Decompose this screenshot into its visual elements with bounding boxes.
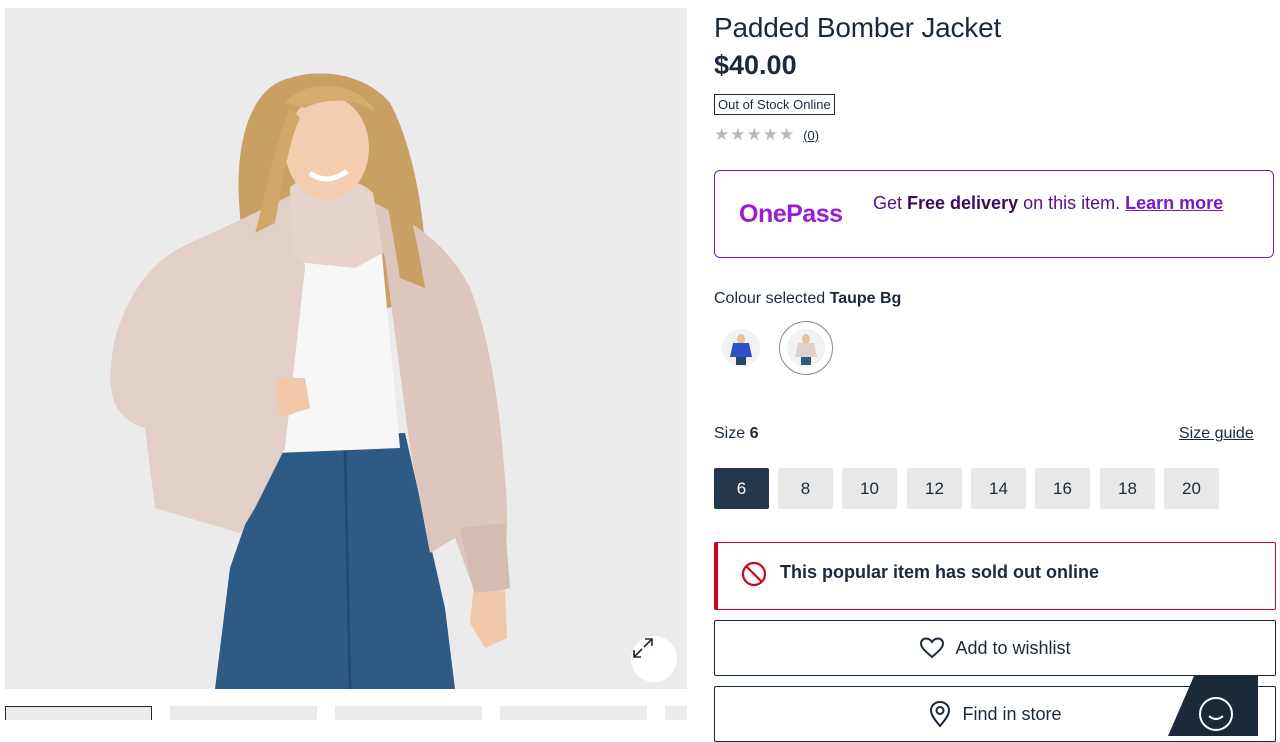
prohibited-icon bbox=[740, 560, 768, 593]
colour-selected-value: Taupe Bg bbox=[829, 290, 902, 307]
thumbnail[interactable] bbox=[170, 706, 317, 720]
sold-out-message: This popular item has sold out online bbox=[780, 562, 1100, 582]
product-main-image[interactable] bbox=[5, 8, 687, 689]
onepass-text-post: on this item. bbox=[1018, 193, 1126, 213]
size-option[interactable]: 16 bbox=[1035, 468, 1090, 509]
wishlist-label: Add to wishlist bbox=[955, 637, 1071, 658]
product-title: Padded Bomber Jacket bbox=[714, 12, 1002, 43]
product-photo bbox=[5, 8, 687, 689]
location-pin-icon bbox=[928, 700, 952, 728]
learn-more-link[interactable]: Learn more bbox=[1125, 193, 1223, 213]
onepass-text-pre: Get bbox=[873, 193, 908, 213]
onepass-banner: OnePass Get Free delivery on this item. … bbox=[714, 170, 1274, 258]
size-label: Size 6 bbox=[714, 425, 758, 443]
swatch-image bbox=[722, 329, 760, 367]
size-option[interactable]: 18 bbox=[1100, 468, 1155, 509]
rating: ★★★★★ (0) bbox=[714, 125, 819, 145]
product-price: $40.00 bbox=[714, 50, 797, 80]
colour-label-text: Colour selected bbox=[714, 290, 826, 307]
star-rating-icon: ★★★★★ bbox=[714, 125, 796, 144]
size-selected-value: 6 bbox=[749, 425, 759, 442]
chat-button[interactable] bbox=[1168, 676, 1258, 736]
heart-icon bbox=[919, 636, 945, 660]
size-option[interactable]: 8 bbox=[778, 468, 833, 509]
sold-out-alert: This popular item has sold out online bbox=[714, 542, 1276, 610]
onepass-logo: OnePass bbox=[739, 200, 843, 228]
size-option[interactable]: 10 bbox=[842, 468, 897, 509]
thumbnail[interactable] bbox=[665, 706, 687, 720]
onepass-message: Get Free delivery on this item. Learn mo… bbox=[873, 193, 1253, 214]
size-guide-link[interactable]: Size guide bbox=[1179, 425, 1254, 443]
thumbnail-strip bbox=[5, 706, 687, 720]
thumbnail[interactable] bbox=[5, 706, 152, 720]
thumbnail[interactable] bbox=[335, 706, 482, 720]
size-option[interactable]: 12 bbox=[907, 468, 962, 509]
add-to-wishlist-button[interactable]: Add to wishlist bbox=[714, 620, 1276, 676]
swatch-image bbox=[787, 329, 825, 367]
colour-swatch-blue[interactable] bbox=[720, 327, 762, 369]
colour-swatch-taupe[interactable] bbox=[779, 321, 833, 375]
review-count-link[interactable]: (0) bbox=[803, 128, 819, 143]
size-label-text: Size bbox=[714, 425, 746, 442]
chat-icon bbox=[1168, 676, 1258, 736]
size-option[interactable]: 14 bbox=[971, 468, 1026, 509]
onepass-text-bold: Free delivery bbox=[907, 193, 1019, 213]
stock-badge: Out of Stock Online bbox=[714, 94, 835, 115]
size-option[interactable]: 6 bbox=[714, 468, 769, 509]
colour-selected-label: Colour selected Taupe Bg bbox=[714, 290, 901, 308]
size-option[interactable]: 20 bbox=[1164, 468, 1219, 509]
thumbnail[interactable] bbox=[500, 706, 647, 720]
find-in-store-label: Find in store bbox=[962, 703, 1062, 724]
expand-image-button[interactable] bbox=[631, 636, 677, 682]
